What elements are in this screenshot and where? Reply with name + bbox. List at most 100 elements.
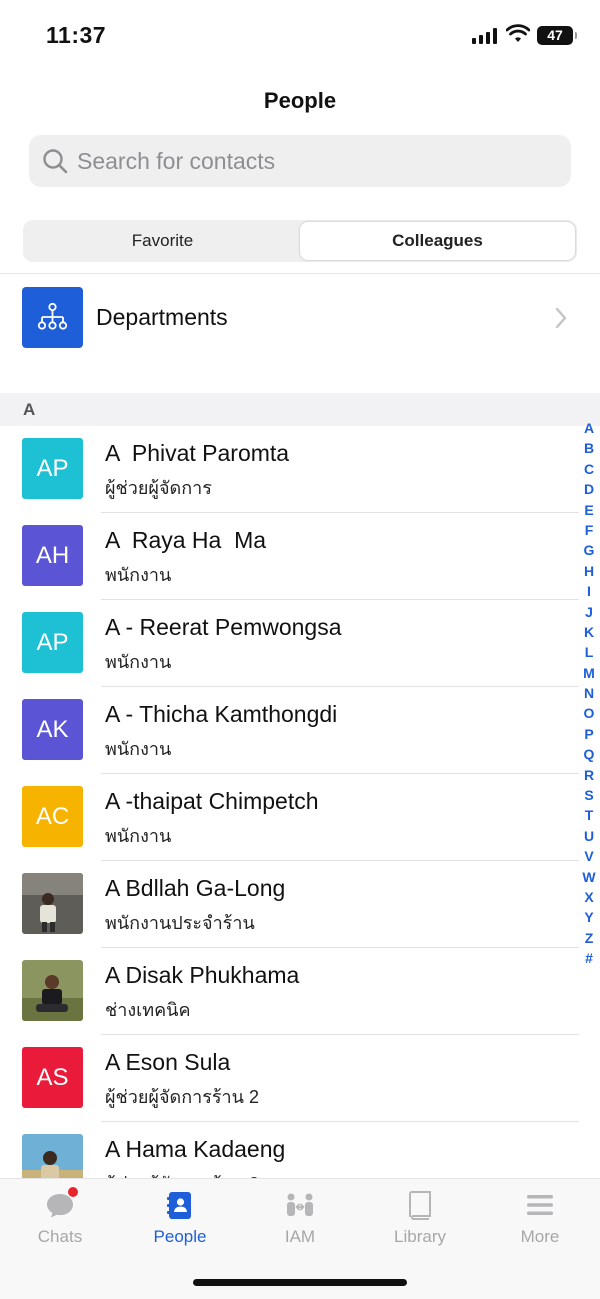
search-icon bbox=[43, 149, 68, 174]
alphabet-index-letter[interactable]: K bbox=[578, 622, 600, 642]
alphabet-index-letter[interactable]: H bbox=[578, 561, 600, 581]
contact-name: A - Thicha Kamthongdi bbox=[105, 701, 338, 727]
alphabet-index-letter[interactable]: J bbox=[578, 602, 600, 622]
alphabet-index-letter[interactable]: F bbox=[578, 520, 600, 540]
avatar: AP bbox=[22, 438, 83, 499]
tab-chats[interactable]: Chats bbox=[0, 1179, 120, 1259]
contact-name: A Raya Ha Ma bbox=[105, 527, 267, 553]
contact-row[interactable]: AP A - Reerat Pemwongsa พนักงาน bbox=[0, 600, 600, 687]
contact-role: ผู้ช่วยผู้จัดการ bbox=[105, 478, 212, 498]
divider bbox=[0, 273, 600, 274]
alphabet-index-letter[interactable]: Q bbox=[578, 744, 600, 764]
contact-name: A Eson Sula bbox=[105, 1049, 231, 1075]
contact-name: A -thaipat Chimpetch bbox=[105, 788, 319, 814]
alphabet-index[interactable]: A B C D E F G H I J K L M N O P Q R S T U V W X Y Z # bbox=[578, 418, 600, 969]
contact-name: A Phivat Paromta bbox=[105, 440, 290, 466]
contact-role: พนักงาน bbox=[105, 826, 172, 846]
battery-indicator: 47 bbox=[537, 26, 577, 45]
menu-icon bbox=[527, 1195, 553, 1215]
alphabet-index-letter[interactable]: N bbox=[578, 683, 600, 703]
segment-colleagues[interactable]: Colleagues bbox=[300, 222, 575, 260]
page-title: People bbox=[263, 88, 337, 113]
alphabet-index-letter[interactable]: Z bbox=[578, 928, 600, 948]
avatar-photo bbox=[22, 1134, 83, 1178]
alphabet-index-letter[interactable]: W bbox=[578, 867, 600, 887]
wifi-icon bbox=[506, 24, 530, 42]
avatar: AK bbox=[22, 699, 83, 760]
alphabet-index-letter[interactable]: V bbox=[578, 846, 600, 866]
contact-row[interactable]: A Hama Kadaeng ผู้ช่วยผู้จัดการร้าน 2 bbox=[0, 1122, 600, 1178]
search-input[interactable] bbox=[77, 147, 547, 175]
tab-bar: Chats People IAM Library More bbox=[0, 1178, 600, 1299]
chevron-right-icon bbox=[555, 307, 567, 329]
contact-role: พนักงานประจำร้าน bbox=[105, 913, 255, 933]
iam-people-icon bbox=[287, 1193, 313, 1216]
avatar: AP bbox=[22, 612, 83, 673]
contact-role: ผู้ช่วยผู้จัดการร้าน 2 bbox=[105, 1087, 259, 1107]
contact-row[interactable]: AP A Phivat Paromta ผู้ช่วยผู้จัดการ bbox=[0, 426, 600, 513]
home-indicator bbox=[193, 1279, 407, 1286]
tab-label: Chats bbox=[37, 1227, 83, 1246]
alphabet-index-letter[interactable]: A bbox=[578, 418, 600, 438]
people-segmented-control: Favorite Colleagues bbox=[23, 220, 577, 262]
cellular-signal-icon bbox=[472, 28, 497, 44]
contact-role: พนักงาน bbox=[105, 652, 172, 672]
alphabet-index-letter[interactable]: Y bbox=[578, 907, 600, 927]
tab-people[interactable]: People bbox=[120, 1179, 240, 1259]
contact-row[interactable]: AS A Eson Sula ผู้ช่วยผู้จัดการร้าน 2 bbox=[0, 1035, 600, 1122]
contact-role: ผู้ช่วยผู้จัดการร้าน 2 bbox=[105, 1169, 259, 1178]
contact-role: ช่างเทคนิค bbox=[105, 1000, 191, 1020]
alphabet-index-letter[interactable]: O bbox=[578, 703, 600, 723]
alphabet-index-letter[interactable]: T bbox=[578, 805, 600, 825]
tab-label: IAM bbox=[284, 1227, 316, 1246]
section-header: A bbox=[0, 393, 600, 426]
tab-more[interactable]: More bbox=[480, 1179, 600, 1259]
tab-label: More bbox=[520, 1227, 560, 1246]
contact-row[interactable]: AH A Raya Ha Ma พนักงาน bbox=[0, 513, 600, 600]
contacts-book-icon bbox=[167, 1192, 191, 1219]
tab-label: Library bbox=[394, 1227, 446, 1246]
status-bar: 11:37 47 bbox=[0, 0, 600, 70]
tab-iam[interactable]: IAM bbox=[240, 1179, 360, 1259]
alphabet-index-letter[interactable]: L bbox=[578, 642, 600, 662]
contact-row[interactable]: A Disak Phukhama ช่างเทคนิค bbox=[0, 948, 600, 1035]
contact-name: A Hama Kadaeng bbox=[105, 1136, 286, 1162]
alphabet-index-letter[interactable]: B bbox=[578, 438, 600, 458]
tab-label: People bbox=[153, 1227, 207, 1246]
avatar-photo bbox=[22, 960, 83, 1021]
contact-row[interactable]: AC A -thaipat Chimpetch พนักงาน bbox=[0, 774, 600, 861]
contact-name: A - Reerat Pemwongsa bbox=[105, 614, 342, 640]
contact-role: พนักงาน bbox=[105, 739, 172, 759]
status-time: 11:37 bbox=[46, 22, 107, 48]
alphabet-index-letter[interactable]: # bbox=[578, 948, 600, 968]
contact-name: A Bdllah Ga-Long bbox=[105, 875, 286, 901]
contact-list[interactable]: AP A Phivat Paromta ผู้ช่วยผู้จัดการ AH … bbox=[0, 426, 600, 1178]
org-chart-icon bbox=[22, 287, 83, 348]
segment-favorite[interactable]: Favorite bbox=[25, 222, 300, 260]
contact-row[interactable]: AK A - Thicha Kamthongdi พนักงาน bbox=[0, 687, 600, 774]
tab-library[interactable]: Library bbox=[360, 1179, 480, 1259]
alphabet-index-letter[interactable]: U bbox=[578, 826, 600, 846]
departments-label: Departments bbox=[96, 304, 228, 330]
avatar: AH bbox=[22, 525, 83, 586]
book-icon bbox=[409, 1191, 431, 1220]
contact-row[interactable]: A Bdllah Ga-Long พนักงานประจำร้าน bbox=[0, 861, 600, 948]
alphabet-index-letter[interactable]: R bbox=[578, 765, 600, 785]
alphabet-index-letter[interactable]: X bbox=[578, 887, 600, 907]
alphabet-index-letter[interactable]: P bbox=[578, 724, 600, 744]
alphabet-index-letter[interactable]: M bbox=[578, 663, 600, 683]
alphabet-index-letter[interactable]: D bbox=[578, 479, 600, 499]
alphabet-index-letter[interactable]: G bbox=[578, 540, 600, 560]
section-letter: A bbox=[23, 400, 36, 419]
alphabet-index-letter[interactable]: E bbox=[578, 500, 600, 520]
alphabet-index-letter[interactable]: C bbox=[578, 459, 600, 479]
avatar-photo bbox=[22, 873, 83, 934]
contact-role: พนักงาน bbox=[105, 565, 172, 585]
avatar: AS bbox=[22, 1047, 83, 1108]
alphabet-index-letter[interactable]: S bbox=[578, 785, 600, 805]
avatar: AC bbox=[22, 786, 83, 847]
contact-name: A Disak Phukhama bbox=[105, 962, 300, 988]
departments-row[interactable]: Departments bbox=[0, 280, 600, 358]
search-bar[interactable] bbox=[29, 135, 571, 187]
alphabet-index-letter[interactable]: I bbox=[578, 581, 600, 601]
